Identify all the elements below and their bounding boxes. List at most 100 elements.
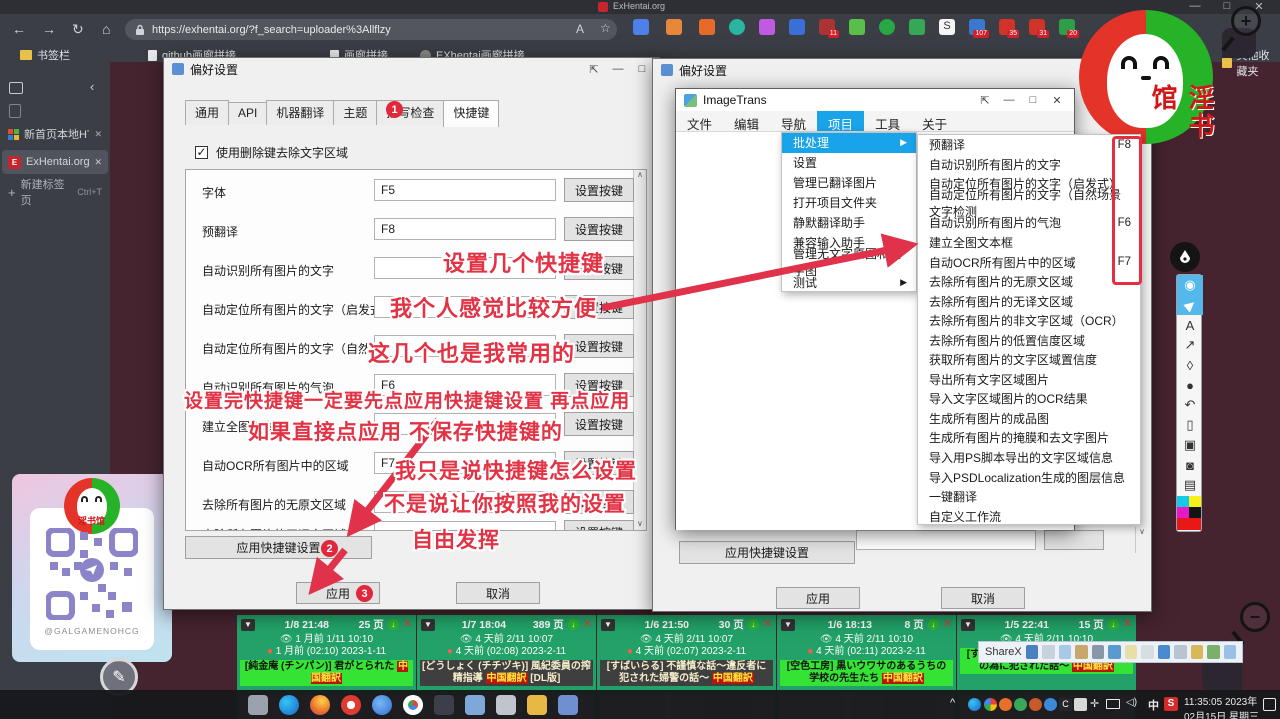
chevron-down-icon[interactable]: ▼ — [781, 619, 795, 631]
submenu-item[interactable]: 建立全图文本框 — [918, 233, 1140, 253]
chevron-down-icon[interactable]: ▼ — [421, 619, 435, 631]
browser-tab-title[interactable]: ExHentai.org — [613, 1, 665, 11]
menu-about[interactable]: 关于 — [911, 111, 958, 131]
submenu-item[interactable]: 导入文字区域图片的OCR结果 — [918, 389, 1140, 409]
cancel-button[interactable]: 取消 — [456, 582, 540, 604]
dialog-titlebar[interactable]: 偏好设置 ⇱ — □ — [164, 58, 659, 80]
tray-move-icon[interactable]: ✛ — [1090, 697, 1099, 710]
submenu-item[interactable]: 自动定位所有图片的文字（自然场景文字检测 — [918, 194, 1140, 214]
menu-item-manage-textless[interactable]: 管理无文字原图和文字图 — [782, 252, 916, 272]
extension-grid-icon[interactable] — [909, 19, 925, 35]
extension-icon-12[interactable]: 107 — [969, 19, 985, 35]
submenu-item[interactable]: 生成所有图片的成品图 — [918, 409, 1140, 429]
sharex-copy-icon[interactable] — [1125, 645, 1137, 659]
submenu-item[interactable]: 获取所有图片的文字区域置信度 — [918, 350, 1140, 370]
eraser-tool-icon[interactable]: ◊ — [1177, 355, 1203, 375]
sharex-globe-icon[interactable] — [1174, 645, 1186, 659]
sharex-screen-icon[interactable] — [1158, 645, 1170, 659]
trash-icon[interactable]: ▯ — [1177, 415, 1203, 435]
submenu-item[interactable]: 生成所有图片的掩膜和去文字图片 — [918, 428, 1140, 448]
new-tab-button[interactable]: + 新建标签页 Ctrl+T — [2, 180, 108, 204]
sharex-monitor-icon[interactable] — [1108, 645, 1120, 659]
tray-opera-icon[interactable] — [999, 698, 1012, 711]
close-icon[interactable]: ✕ — [1048, 94, 1066, 107]
sidebar-tab-newtab-page[interactable]: 新首页本地HTM ✕ — [2, 122, 108, 146]
menu-tools[interactable]: 工具 — [864, 111, 911, 131]
collapse-sidebar-icon[interactable]: ‹ — [90, 79, 94, 94]
clipboard-icon[interactable]: ▤ — [1177, 475, 1203, 495]
submenu-item[interactable]: 导入用PS脚本导出的文字区域信息 — [918, 448, 1140, 468]
favorite-star-icon[interactable]: ☆ — [600, 21, 611, 35]
tab-panel-icon[interactable] — [9, 82, 23, 94]
extension-icon-4[interactable] — [729, 19, 745, 35]
gallery-title[interactable]: [空色工房] 黒いウワサのあるうちの学校の先生たち 中国翻訳 — [780, 660, 953, 686]
pin-icon[interactable]: ⇱ — [976, 94, 994, 107]
sharex-picture-icon[interactable] — [1207, 645, 1219, 659]
gallery-title[interactable]: [すばいらる] 不謹慎な話～違反者に犯された婦警の話～ 中国翻訳 — [600, 660, 773, 686]
submenu-item[interactable]: 一键翻译 — [918, 487, 1140, 507]
taskbar-app-edge[interactable] — [279, 695, 299, 715]
checkbox-checked-icon[interactable]: ✓ — [195, 146, 208, 159]
set-key-button[interactable]: 设置按键 — [564, 217, 634, 241]
minimize-icon[interactable]: — — [1000, 94, 1018, 106]
menu-item-settings[interactable]: 设置 — [782, 153, 916, 173]
extension-icon-14[interactable]: 31 — [1029, 19, 1045, 35]
taskbar-app-window2[interactable] — [558, 695, 578, 715]
imagetrans-titlebar[interactable]: ImageTrans ⇱ — □ ✕ — [676, 89, 1074, 111]
tray-orange-icon[interactable] — [1029, 698, 1042, 711]
cursor-tool-icon[interactable]: ▶ — [1177, 295, 1203, 315]
submenu-item[interactable]: 自动识别所有图片的文字 — [918, 155, 1140, 175]
reader-icon[interactable]: A — [576, 22, 584, 36]
set-key-button[interactable] — [1044, 530, 1104, 550]
taskbar-app-generic[interactable] — [496, 695, 516, 715]
download-icon[interactable]: ↓ — [748, 619, 759, 630]
sharex-image-icon[interactable] — [1059, 645, 1071, 659]
tray-sharex-icon[interactable]: S — [1164, 697, 1178, 711]
window-maximize-icon[interactable]: □ — [1218, 0, 1236, 12]
whiteboard-icon[interactable]: ▣ — [1177, 435, 1203, 455]
tray-c-icon[interactable]: C — [1059, 698, 1072, 711]
sharex-region-icon[interactable] — [1042, 645, 1054, 659]
submenu-item[interactable]: 去除所有图片的无原文区域 — [918, 272, 1140, 292]
extension-icon-13[interactable]: 35 — [999, 19, 1015, 35]
taskbar-app-window[interactable] — [465, 695, 485, 715]
gallery-title[interactable]: [純金庵 (チンパン)] 君がとられた 中国翻訳 — [240, 660, 413, 686]
tray-green-icon[interactable] — [1014, 698, 1027, 711]
tray-speaker-icon[interactable]: ◁) — [1126, 697, 1137, 708]
sharex-chat-icon[interactable] — [1224, 645, 1236, 659]
tray-chevron-icon[interactable]: ^ — [950, 697, 955, 709]
download-icon[interactable]: ↓ — [568, 619, 579, 630]
maximize-icon[interactable]: □ — [1024, 94, 1042, 106]
text-tool-icon[interactable]: A — [1177, 315, 1203, 335]
dialog-titlebar[interactable]: 偏好设置 ⇱ — [653, 59, 1151, 81]
taskbar-app-opera[interactable] — [341, 695, 361, 715]
menu-item-manage-translated[interactable]: 管理已翻译图片 — [782, 173, 916, 193]
set-key-button[interactable]: 设置按键 — [564, 412, 634, 436]
minimize-icon[interactable]: — — [609, 63, 627, 75]
taskbar-app-firefox[interactable] — [310, 695, 330, 715]
sharex-history-icon[interactable] — [1092, 645, 1104, 659]
color-palette[interactable] — [1177, 496, 1201, 530]
extension-check-icon[interactable] — [879, 19, 895, 35]
menu-nav[interactable]: 导航 — [770, 111, 817, 131]
tab-api[interactable]: API — [228, 102, 267, 124]
apply-button[interactable]: 应用 — [776, 587, 860, 609]
tray-ime-icon[interactable]: 中 — [1148, 697, 1159, 713]
window-minimize-icon[interactable]: — — [1186, 0, 1204, 12]
maximize-icon[interactable]: □ — [633, 63, 651, 75]
menu-item-silent-helper[interactable]: 静默翻译助手 — [782, 213, 916, 233]
home-icon[interactable]: ⌂ — [102, 20, 110, 38]
extension-flag-icon[interactable]: 20 — [1059, 19, 1075, 35]
remove-icon[interactable]: ✕ — [1123, 619, 1132, 630]
menu-edit[interactable]: 编辑 — [723, 111, 770, 131]
arrow-tool-icon[interactable]: ↗ — [1177, 335, 1203, 355]
extension-icon-3[interactable] — [699, 19, 715, 35]
tray-edge-icon[interactable] — [968, 698, 981, 711]
cancel-button[interactable]: 取消 — [941, 587, 1025, 609]
set-key-button[interactable]: 设置按键 — [564, 520, 634, 531]
scrollbar[interactable]: ∨ — [1135, 527, 1148, 553]
taskbar-app-chrome[interactable] — [403, 695, 423, 715]
shortcut-field[interactable]: F8 — [374, 218, 556, 240]
sharex-folder-icon[interactable] — [1191, 645, 1203, 659]
shortcut-field[interactable]: F5 — [374, 179, 556, 201]
